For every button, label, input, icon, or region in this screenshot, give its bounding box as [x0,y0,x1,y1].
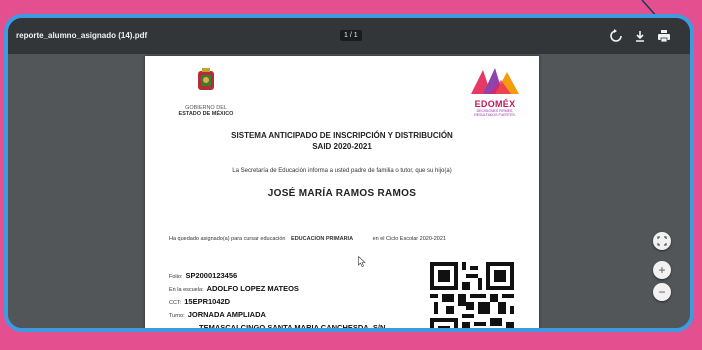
document-title: reporte_alumno_asignado (14).pdf [16,31,148,40]
document-viewer[interactable]: GOBIERNO DEL ESTADO DE MÉXICO EDOMÉX DEC… [8,54,690,328]
edomex-mark-icon [471,68,519,94]
document-heading: SISTEMA ANTICIPADO DE INSCRIPCIÓN Y DIST… [231,131,453,151]
assignment-details: Folio: SP2000123456 En la escuela: ADOLFO … [169,270,386,332]
student-name: JOSÉ MARÍA RAMOS RAMOS [267,188,417,199]
fit-page-icon [657,236,667,246]
folio-row: Folio: SP2000123456 [169,271,238,280]
edomex-logo: EDOMÉX DECISIONES FIRMES, RESULTADOS FUE… [465,66,525,117]
print-icon[interactable] [656,28,672,44]
assignment-line: Ha quedado asignado(a) para cursar educa… [169,236,446,242]
pdf-viewer-window: reporte_alumno_asignado (14).pdf 1 / 1 G… [4,14,694,332]
zoom-out-button[interactable]: − [653,283,671,301]
shift-row: Turno: JORNADA AMPLIADA [169,310,266,319]
rotate-icon[interactable] [608,28,624,44]
page-indicator[interactable]: 1 / 1 [340,30,362,41]
cct-row: CCT: 15EPR1042D [169,297,231,306]
address-row: TEMASCALCINGO SANTA MARIA CANCHESDA, S/N [199,323,386,332]
school-row: En la escuela: ADOLFO LOPEZ MATEOS [169,284,299,293]
download-icon[interactable] [632,28,648,44]
intro-text: La Secretaría de Educación informa a ust… [232,168,452,174]
pdf-page: GOBIERNO DEL ESTADO DE MÉXICO EDOMÉX DEC… [145,56,539,332]
state-emblem-icon [198,68,214,90]
government-logo: GOBIERNO DEL ESTADO DE MÉXICO [171,68,241,117]
mouse-cursor-icon [358,256,366,267]
pdf-toolbar: reporte_alumno_asignado (14).pdf 1 / 1 [8,18,690,54]
qr-code [430,262,514,328]
zoom-in-button[interactable]: + [653,261,671,279]
education-level: EDUCACION PRIMARIA [291,236,354,242]
fit-page-button[interactable] [653,232,671,250]
